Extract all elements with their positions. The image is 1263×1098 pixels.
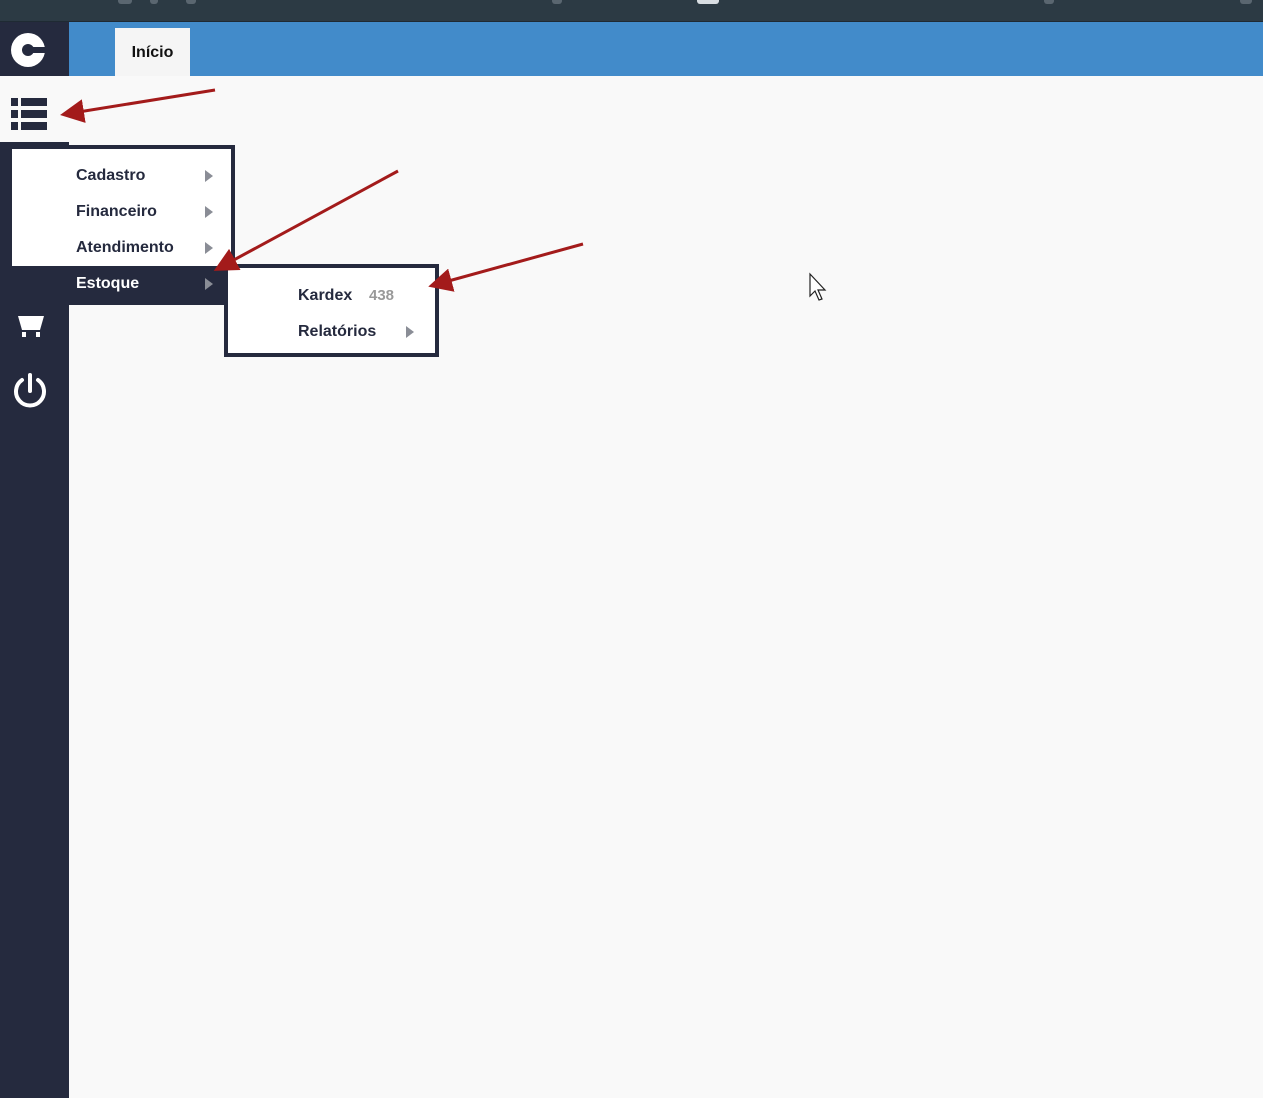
menu-item-label: Atendimento xyxy=(76,239,174,256)
menu-item-cadastro[interactable]: Cadastro xyxy=(12,158,231,194)
chevron-right-icon xyxy=(205,206,213,218)
estoque-submenu: Kardex 438 Relatórios xyxy=(224,264,439,357)
circle-c-logo xyxy=(11,33,46,67)
kardex-code-badge: 438 xyxy=(369,287,395,304)
menu-item-estoque[interactable]: Estoque xyxy=(12,266,231,302)
list-menu-icon xyxy=(11,98,47,130)
submenu-item-label: Kardex xyxy=(298,287,353,304)
submenu-item-kardex[interactable]: Kardex 438 xyxy=(228,278,435,314)
logo[interactable] xyxy=(0,22,69,76)
annotation-arrow xyxy=(213,169,399,271)
main-dropdown-menu: Cadastro Financeiro Atendimento Estoque xyxy=(8,145,235,305)
chevron-right-icon xyxy=(406,326,414,338)
mouse-cursor-icon xyxy=(809,272,827,301)
chevron-right-icon xyxy=(205,242,213,254)
taskbar-icon xyxy=(150,0,158,4)
chevron-right-icon xyxy=(205,170,213,182)
annotation-arrow xyxy=(428,242,584,292)
taskbar-icon xyxy=(186,0,196,4)
taskbar-icon xyxy=(1044,0,1054,4)
taskbar-icon xyxy=(697,0,719,4)
submenu-item-label: Relatórios xyxy=(298,323,377,340)
taskbar-icon xyxy=(118,0,132,4)
menu-item-label: Estoque xyxy=(76,275,140,292)
menu-item-label: Cadastro xyxy=(76,167,146,184)
taskbar-icon xyxy=(552,0,562,4)
taskbar-icon xyxy=(1240,0,1252,4)
tab-inicio[interactable]: Início xyxy=(115,28,190,76)
power-button[interactable] xyxy=(0,366,69,410)
os-taskbar xyxy=(0,0,1263,22)
top-header: Início xyxy=(69,22,1263,76)
submenu-item-relatorios[interactable]: Relatórios xyxy=(228,314,435,350)
power-icon xyxy=(14,373,46,408)
menu-item-financeiro[interactable]: Financeiro xyxy=(12,194,231,230)
cart-button[interactable] xyxy=(0,304,69,348)
shopping-cart-icon xyxy=(18,316,44,337)
annotation-arrow xyxy=(60,88,216,123)
menu-toggle-button[interactable] xyxy=(0,76,69,142)
menu-item-label: Financeiro xyxy=(76,203,157,220)
chevron-right-icon xyxy=(205,278,213,290)
menu-item-atendimento[interactable]: Atendimento xyxy=(12,230,231,266)
